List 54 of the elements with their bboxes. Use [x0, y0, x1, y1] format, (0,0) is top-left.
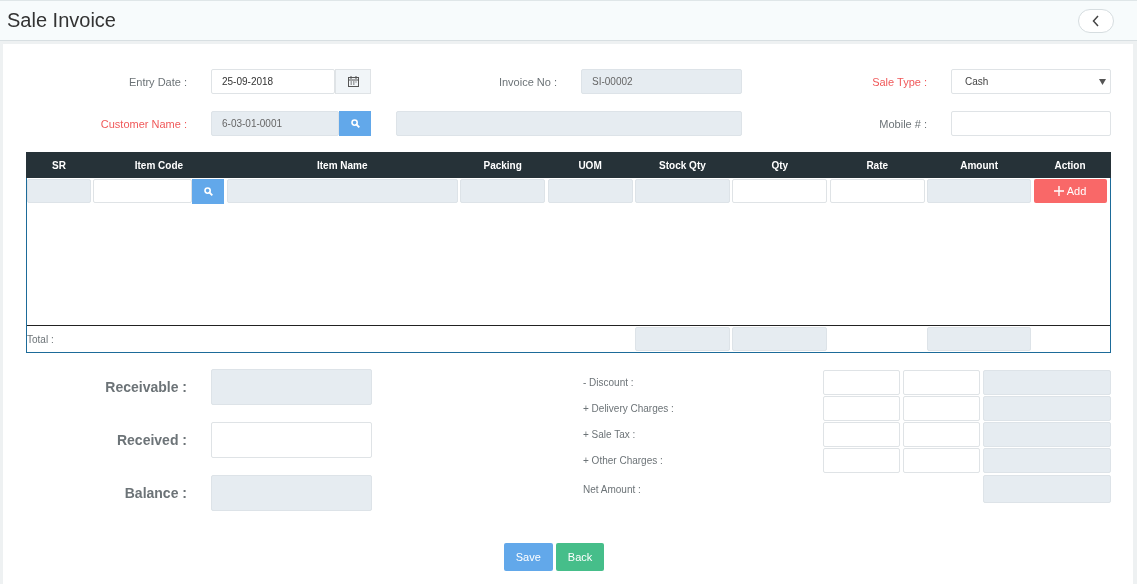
- charge-field[interactable]: [903, 369, 980, 395]
- charge-label: Net Amount :: [583, 483, 641, 495]
- charge-label: + Other Charges :: [583, 454, 663, 466]
- column-header: Rate: [865, 159, 890, 171]
- field-label: Entry Date :: [127, 75, 187, 88]
- amount-field[interactable]: [211, 422, 372, 458]
- add-button[interactable]: Add: [1033, 179, 1107, 203]
- charge-label: + Delivery Charges :: [583, 402, 674, 414]
- field-label: Invoice No :: [497, 75, 557, 88]
- column-header: Amount: [959, 159, 999, 171]
- dropdown-arrow-icon: [1099, 78, 1106, 85]
- charge-label: + Sale Tax :: [583, 428, 636, 440]
- search-button[interactable]: [192, 179, 225, 204]
- search-button[interactable]: [339, 111, 371, 136]
- column-header: UOM: [577, 159, 603, 171]
- charge-label: - Discount :: [583, 376, 634, 388]
- column-header: Action: [1053, 159, 1087, 171]
- item-code-field[interactable]: [93, 179, 193, 203]
- field-label: Mobile # :: [878, 117, 927, 130]
- total-label: Total :: [27, 333, 55, 345]
- back-button[interactable]: [1078, 8, 1114, 33]
- field-label: Sale Type :: [871, 75, 927, 88]
- plus-icon: [1053, 186, 1064, 196]
- charge-field[interactable]: [823, 447, 900, 473]
- field-label: Receivable :: [104, 379, 187, 395]
- field-label: Balance :: [123, 485, 187, 501]
- text-field[interactable]: [951, 111, 1111, 136]
- field-label: Received :: [115, 432, 187, 448]
- charge-field[interactable]: [903, 421, 980, 447]
- column-header: Stock Qty: [658, 159, 707, 171]
- date-field[interactable]: 25-09-2018: [211, 69, 335, 94]
- search-icon: [203, 187, 213, 196]
- column-header: Item Code: [133, 159, 185, 171]
- column-header: SR: [51, 159, 67, 171]
- charge-field[interactable]: [823, 421, 900, 447]
- table-input[interactable]: [732, 179, 828, 203]
- total-field[interactable]: [634, 327, 730, 351]
- total-field[interactable]: [927, 327, 1032, 351]
- column-header: Qty: [770, 159, 790, 171]
- column-header: Item Name: [316, 159, 369, 171]
- charge-field[interactable]: [903, 395, 980, 421]
- column-header: Packing: [482, 159, 523, 171]
- total-field[interactable]: [732, 327, 828, 351]
- calendar-button[interactable]: [335, 69, 371, 94]
- page-title: Sale Invoice: [7, 9, 116, 32]
- table-input[interactable]: [829, 179, 925, 203]
- field-label: Customer Name :: [99, 117, 187, 130]
- dropdown[interactable]: Cash: [951, 69, 1111, 94]
- charge-field[interactable]: [823, 369, 900, 395]
- charge-field[interactable]: [823, 395, 900, 421]
- search-icon: [350, 119, 360, 128]
- charge-field[interactable]: [903, 447, 980, 473]
- chevron-left-icon: [1092, 14, 1100, 27]
- calendar-icon: [347, 76, 359, 87]
